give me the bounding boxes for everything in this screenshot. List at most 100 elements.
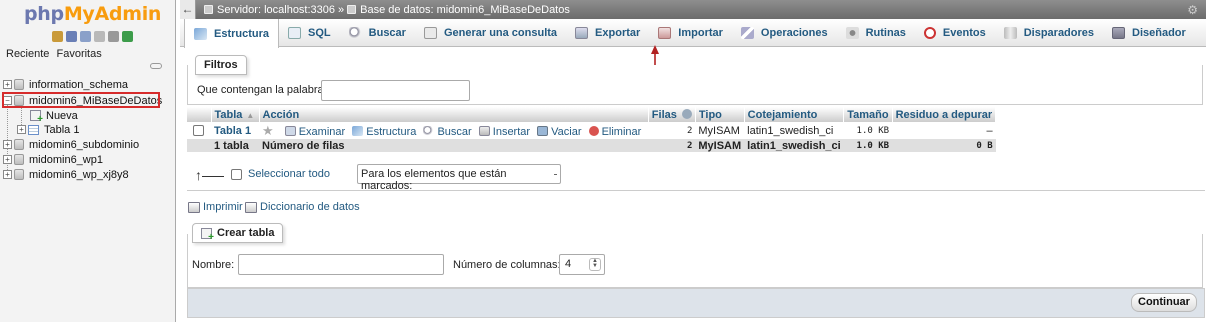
filters-label: Que contengan la palabra: — [197, 84, 327, 96]
docs-icon[interactable] — [94, 31, 105, 42]
spinner-icon[interactable]: ▲ ▼ — [589, 258, 601, 271]
check-all-label[interactable]: Seleccionar todo — [248, 168, 330, 180]
export-icon — [575, 26, 589, 39]
triggers-icon — [1003, 26, 1017, 39]
db-midomin6-subdominio[interactable]: + midomin6_subdominio — [0, 137, 139, 152]
tab-designer[interactable]: Diseñador — [1103, 19, 1195, 46]
search-icon — [423, 125, 435, 136]
routines-icon — [845, 26, 859, 39]
query-icon — [423, 26, 437, 39]
row-checkbox[interactable] — [193, 125, 204, 137]
check-all-arrow-icon: ↑ — [195, 167, 224, 183]
expand-icon[interactable]: + — [3, 80, 12, 89]
breadcrumb-separator: » — [338, 3, 345, 16]
tree-item-new-table[interactable]: Nueva — [30, 108, 78, 125]
nav-tab-favorites[interactable]: Favoritas — [56, 48, 101, 60]
insert-icon — [478, 125, 490, 136]
tree-item-tabla-1[interactable]: + Tabla 1 — [14, 122, 79, 137]
new-table-icon — [30, 110, 43, 125]
tab-search[interactable]: Buscar — [340, 19, 415, 46]
sql-icon — [288, 26, 302, 39]
db-midomin6-wp-xj8y8[interactable]: + midomin6_wp_xj8y8 — [0, 167, 129, 182]
summary-overhead: 0 B — [892, 139, 996, 152]
cell-size[interactable]: 1.0 KB — [843, 122, 893, 139]
action-insert[interactable]: Insertar — [478, 125, 530, 138]
expand-icon[interactable]: + — [3, 140, 12, 149]
back-arrow-icon[interactable]: ← — [180, 0, 196, 19]
tab-sql[interactable]: SQL — [279, 19, 340, 46]
expand-icon[interactable]: + — [3, 155, 12, 164]
create-table-legend: Crear tabla — [192, 223, 284, 243]
columns-count-label: Número de columnas: — [453, 259, 561, 271]
expand-icon[interactable]: + — [3, 170, 12, 179]
summary-collation: latin1_swedish_ci — [744, 139, 844, 152]
header-collation[interactable]: Cotejamiento — [744, 107, 845, 122]
browse-icon — [284, 125, 296, 136]
action-drop[interactable]: Eliminar — [588, 125, 641, 138]
tab-import[interactable]: Importar — [649, 19, 732, 46]
header-size[interactable]: Tamaño — [843, 107, 893, 122]
continue-button[interactable]: Continuar — [1131, 293, 1197, 312]
help-icon[interactable] — [681, 108, 692, 119]
cell-type: MyISAM — [695, 122, 745, 139]
action-browse[interactable]: Examinar — [284, 125, 345, 138]
home-icon[interactable] — [52, 31, 63, 42]
db-midomin6-wp1[interactable]: + midomin6_wp1 — [0, 152, 103, 167]
columns-count-input[interactable]: 4 ▲ ▼ — [559, 254, 605, 275]
breadcrumb-database[interactable]: Base de datos: midomin6_MiBaseDeDatos — [360, 4, 570, 16]
action-search[interactable]: Buscar — [423, 125, 472, 138]
reload-icon[interactable] — [122, 31, 133, 42]
link-icon[interactable] — [150, 63, 162, 69]
summary-tables: 1 tabla — [211, 139, 259, 152]
header-table[interactable]: Tabla ▲ — [211, 107, 260, 122]
check-all-checkbox[interactable] — [231, 169, 242, 180]
import-icon — [658, 26, 672, 39]
expand-icon[interactable]: + — [17, 125, 26, 134]
print-link[interactable]: Imprimir — [188, 201, 243, 213]
filter-input[interactable] — [321, 80, 470, 101]
header-rows[interactable]: Filas — [648, 107, 696, 122]
action-structure[interactable]: Estructura — [352, 125, 416, 138]
settings-icon[interactable] — [108, 31, 119, 42]
tab-export[interactable]: Exportar — [566, 19, 649, 46]
tab-query[interactable]: Generar una consulta — [415, 19, 566, 46]
dictionary-icon — [245, 201, 257, 213]
wrench-icon — [740, 26, 754, 39]
phpmyadmin-logo[interactable]: phpMyAdmin — [24, 3, 161, 25]
divider — [187, 190, 1205, 191]
nav-tab-recent[interactable]: Reciente — [6, 48, 49, 60]
help-icon[interactable] — [80, 31, 91, 42]
navigation-panel: phpMyAdmin Reciente Favoritas + informat… — [0, 0, 176, 322]
database-icon — [14, 139, 24, 150]
printer-icon — [188, 201, 200, 213]
favorite-star-icon[interactable]: ★ — [262, 123, 274, 138]
database-icon — [347, 5, 357, 14]
table-name-label: Nombre: — [192, 259, 235, 271]
with-selected-dropdown[interactable]: Para los elementos que están marcados: — [357, 164, 561, 192]
data-dictionary-link[interactable]: Diccionario de datos — [245, 201, 360, 213]
header-type[interactable]: Tipo — [695, 107, 745, 122]
logout-icon[interactable] — [66, 31, 77, 42]
table-icon — [28, 124, 39, 135]
sort-icon: ▲ — [246, 110, 255, 120]
quick-icons — [52, 31, 133, 42]
filters-legend: Filtros — [195, 55, 247, 75]
action-empty[interactable]: Vaciar — [537, 125, 582, 138]
structure-icon — [352, 125, 364, 136]
database-icon — [14, 154, 24, 165]
drop-icon — [588, 125, 599, 136]
breadcrumb-server[interactable]: Servidor: localhost:3306 — [217, 4, 335, 16]
header-overhead[interactable]: Residuo a depurar — [892, 107, 997, 122]
server-icon — [204, 5, 213, 14]
tab-triggers[interactable]: Disparadores — [995, 19, 1103, 46]
tab-operations[interactable]: Operaciones — [732, 19, 837, 46]
tab-events[interactable]: Eventos — [915, 19, 995, 46]
gear-icon[interactable]: ⚙ — [1187, 3, 1198, 17]
tab-structure[interactable]: Estructura — [184, 19, 280, 48]
tab-routines[interactable]: Rutinas — [837, 19, 915, 46]
summary-row: 1 tabla Número de filas 2 MyISAM latin1_… — [187, 139, 996, 152]
db-information-schema[interactable]: + information_schema — [0, 77, 128, 92]
clock-icon — [923, 26, 936, 39]
table-name-link[interactable]: Tabla 1 — [214, 125, 251, 137]
table-name-input[interactable] — [238, 254, 444, 275]
